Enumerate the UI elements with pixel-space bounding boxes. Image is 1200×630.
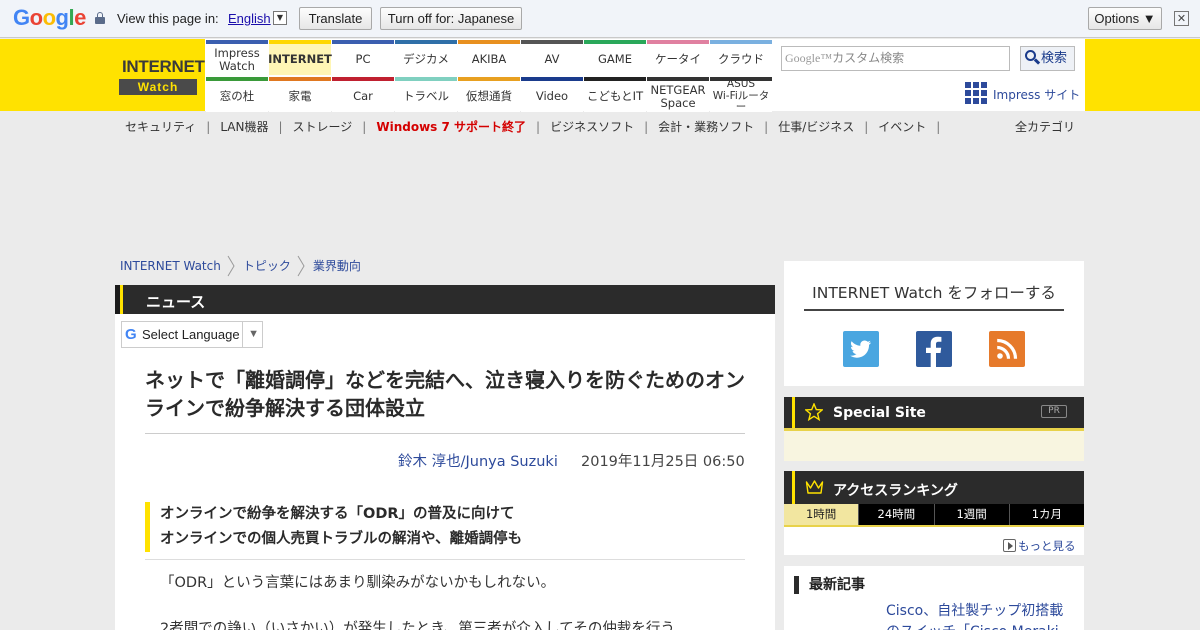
nav-tab-lower-4[interactable]: 仮想通貨 — [458, 77, 520, 112]
subnav-item-4[interactable]: ビジネスソフト — [550, 120, 634, 134]
header-band-left — [0, 39, 115, 111]
separator: | — [362, 120, 367, 134]
publish-date: 2019年11月25日 06:50 — [581, 454, 745, 470]
nav-tab-lower-5[interactable]: Video — [521, 77, 583, 112]
divider — [145, 559, 745, 560]
header-band-right — [1085, 39, 1200, 111]
nav-tab-lower-1[interactable]: 家電 — [269, 77, 331, 112]
nav-tab-4[interactable]: AKIBA — [458, 40, 520, 75]
ranking-title: アクセスランキング — [833, 483, 958, 499]
language-link[interactable]: English — [228, 11, 271, 26]
article-paragraph: 「ODR」という言葉にはあまり馴染みがないかもしれない。 — [160, 575, 556, 591]
chevron-right-icon — [227, 255, 235, 277]
play-icon — [1003, 539, 1016, 552]
section-title: ニュース — [146, 293, 206, 311]
nav-tab-2[interactable]: PC — [332, 40, 394, 75]
subnav-item-7[interactable]: イベント — [878, 120, 926, 134]
separator: | — [936, 120, 941, 134]
star-icon — [805, 403, 823, 421]
language-dropdown-icon[interactable]: ▼ — [273, 11, 287, 25]
pr-badge: PR — [1041, 405, 1067, 418]
subnav-item-5[interactable]: 会計・業務ソフト — [658, 120, 754, 134]
nav-tab-lower-6[interactable]: こどもとIT — [584, 77, 646, 112]
subnav-item-6[interactable]: 仕事/ビジネス — [778, 120, 854, 134]
latest-articles-card: 最新記事 Cisco、自社製チップ初搭載のスイッチ「Cisco Meraki — [784, 566, 1084, 630]
rss-icon[interactable] — [989, 331, 1025, 367]
breadcrumb-topic[interactable]: トピック — [243, 259, 291, 273]
article-paragraph: 2者間での諍い（いさかい）が発生したとき、第三者が介入してその仲裁を行う — [160, 621, 675, 630]
translate-bar: Google View this page in: English ▼ Tran… — [0, 0, 1200, 38]
impress-sites-link[interactable]: Impress サイト — [993, 86, 1080, 103]
latest-article-link[interactable]: Cisco、自社製チップ初搭載のスイッチ「Cisco Meraki — [886, 601, 1071, 630]
view-page-in-label: View this page in: — [117, 11, 219, 26]
breadcrumb-industry[interactable]: 業界動向 — [313, 259, 361, 273]
separator: | — [864, 120, 869, 134]
nav-tab-8[interactable]: クラウド — [710, 40, 772, 75]
separator: | — [206, 120, 211, 134]
tab-24-hours[interactable]: 24時間 — [858, 504, 933, 525]
separator: | — [536, 120, 541, 134]
breadcrumb: INTERNET Watch トピック 業界動向 — [120, 255, 361, 277]
nav-tab-lower-2[interactable]: Car — [332, 77, 394, 112]
special-site-body — [784, 428, 1084, 461]
nav-tab-lower-0[interactable]: 窓の杜 — [206, 77, 268, 112]
author-link[interactable]: 鈴木 淳也/Junya Suzuki — [398, 450, 558, 471]
article-headline: ネットで「離婚調停」などを完結へ、泣き寝入りを防ぐためのオンラインで紛争解決する… — [145, 368, 745, 420]
more-link[interactable]: もっと見る — [1003, 538, 1076, 554]
nav-tab-lower-3[interactable]: トラベル — [395, 77, 457, 112]
nav-tab-lower-8[interactable]: ASUS Wi-Fiルーター — [710, 77, 772, 113]
subnav-item-0[interactable]: セキュリティ — [125, 120, 196, 134]
latest-title: 最新記事 — [794, 576, 865, 594]
special-site-title: Special Site — [833, 405, 926, 421]
article-lead: オンラインで紛争を解決する「ODR」の普及に向けて オンラインでの個人売買トラブ… — [145, 502, 745, 552]
nav-tab-5[interactable]: AV — [521, 40, 583, 75]
subnav-item-1[interactable]: LAN機器 — [220, 120, 268, 134]
special-site-header: Special Site PR — [784, 397, 1084, 428]
section-header: ニュース — [115, 285, 775, 314]
turn-off-button[interactable]: Turn off for: Japanese — [380, 7, 522, 30]
subnav-item-3[interactable]: Windows 7 サポート終了 — [376, 120, 526, 134]
search-button[interactable]: 検索 — [1020, 46, 1075, 71]
ranking-header: アクセスランキング — [784, 471, 1084, 504]
breadcrumb-home[interactable]: INTERNET Watch — [120, 259, 221, 273]
lock-icon — [95, 12, 105, 24]
facebook-icon[interactable] — [916, 331, 952, 367]
magnifier-icon — [1025, 50, 1041, 65]
nav-tab-0[interactable]: Impress Watch — [206, 40, 268, 75]
language-select[interactable]: G Select Language ▼ — [121, 321, 263, 348]
options-button[interactable]: Options ▼ — [1088, 7, 1162, 30]
tab-1-hour[interactable]: 1時間 — [784, 504, 859, 525]
tab-1-month[interactable]: 1カ月 — [1008, 504, 1084, 525]
nav-tab-lower-7[interactable]: NETGEAR Space — [647, 77, 709, 112]
crown-icon — [805, 480, 824, 494]
site-logo[interactable]: INTERNET Watch — [115, 39, 205, 111]
grid-icon[interactable] — [965, 82, 987, 104]
close-icon[interactable]: ✕ — [1174, 11, 1189, 26]
chevron-right-icon — [297, 255, 305, 277]
tab-1-week[interactable]: 1週間 — [933, 504, 1009, 525]
follow-title: INTERNET Watch をフォローする — [812, 284, 1056, 302]
separator: | — [644, 120, 649, 134]
nav-tab-7[interactable]: ケータイ — [647, 40, 709, 75]
ranking-tabs: 1時間 24時間 1週間 1カ月 — [784, 504, 1084, 525]
dropdown-arrow-icon: ▼ — [242, 322, 259, 347]
separator: | — [278, 120, 283, 134]
translate-button[interactable]: Translate — [299, 7, 372, 30]
twitter-icon[interactable] — [843, 331, 879, 367]
nav-tab-6[interactable]: GAME — [584, 40, 646, 75]
search-input[interactable]: Google™カスタム検索 — [781, 46, 1010, 71]
subnav-item-2[interactable]: ストレージ — [293, 120, 353, 134]
google-logo: Google — [13, 5, 86, 30]
nav-tab-1[interactable]: INTERNET — [268, 40, 332, 75]
separator: | — [764, 120, 769, 134]
follow-card: INTERNET Watch をフォローする — [784, 261, 1084, 386]
all-categories-link[interactable]: 全カテゴリ — [1015, 118, 1075, 135]
divider — [145, 433, 745, 434]
google-g-icon: G — [125, 326, 137, 343]
nav-tab-3[interactable]: デジカメ — [395, 40, 457, 75]
sub-navigation: セキュリティ | LAN機器 | ストレージ | Windows 7 サポート終了 | ビジネス… — [125, 118, 950, 135]
